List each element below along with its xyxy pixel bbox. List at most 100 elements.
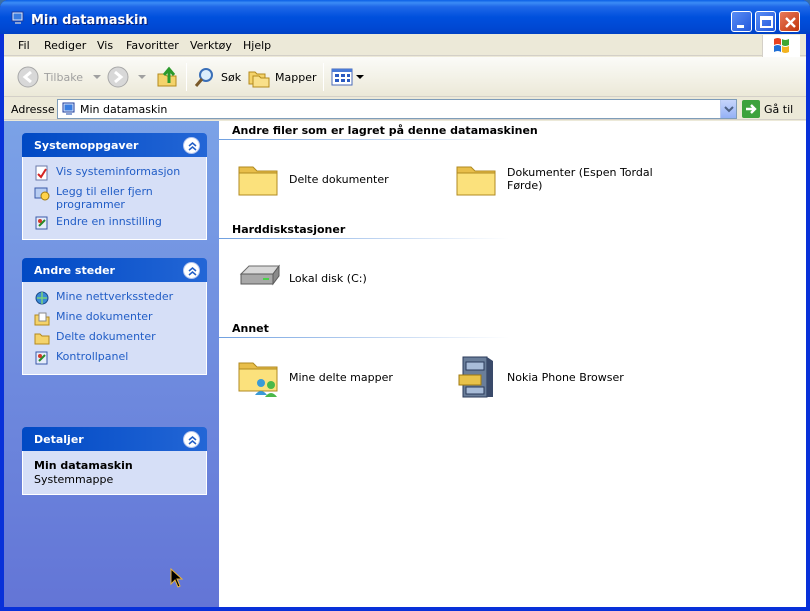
menu-view[interactable]: Vis [97, 39, 113, 52]
task-add-remove-programs[interactable]: Legg til eller fjern programmer [34, 185, 196, 211]
views-button[interactable] [330, 61, 365, 93]
item-my-shared-folders[interactable]: Mine delte mapper [235, 353, 449, 401]
minimize-button[interactable] [731, 11, 752, 32]
chevron-down-icon [724, 106, 734, 113]
collapse-button[interactable] [183, 262, 200, 279]
folders-label: Mapper [275, 70, 317, 84]
system-info-icon [35, 165, 48, 181]
other-places-body: Mine nettverkssteder Mine dokumenter Del… [22, 282, 207, 375]
back-button[interactable]: Tilbake [16, 61, 103, 93]
folder-icon [34, 333, 50, 345]
system-tasks-title: Systemoppgaver [34, 139, 139, 152]
file-cabinet-icon [458, 356, 493, 398]
menu-file[interactable]: Fil [18, 39, 30, 52]
collapse-button[interactable] [183, 137, 200, 154]
place-my-documents[interactable]: Mine dokumenter [34, 310, 196, 326]
place-shared-documents[interactable]: Delte dokumenter [34, 330, 196, 346]
chevron-down-icon [356, 75, 364, 79]
my-documents-icon [34, 312, 50, 326]
place-network[interactable]: Mine nettverkssteder [34, 290, 196, 306]
task-label: Vis systeminformasjon [56, 165, 181, 178]
back-label: Tilbake [44, 70, 83, 84]
address-input[interactable]: Min datamaskin [57, 99, 737, 119]
item-nokia-phone-browser[interactable]: Nokia Phone Browser [453, 353, 667, 401]
menu-edit[interactable]: Rediger [44, 39, 86, 52]
go-label: Gå til [764, 102, 794, 116]
item-label: Delte dokumenter [289, 172, 389, 186]
other-places-title: Andre steder [34, 264, 115, 277]
item-local-disk[interactable]: Lokal disk (C:) [235, 254, 449, 302]
address-label: Adresse [11, 103, 55, 116]
group-header-files: Andre filer som er lagret på denne datam… [232, 124, 538, 137]
add-remove-programs-icon [34, 187, 50, 201]
address-bar: Adresse Min datamaskin Gå til [4, 98, 806, 120]
details-name: Min datamaskin [34, 459, 133, 472]
control-panel-icon [35, 216, 48, 230]
back-arrow-icon [17, 66, 39, 88]
search-button[interactable]: Søk [193, 61, 241, 93]
item-label: Lokal disk (C:) [289, 271, 367, 285]
details-type: Systemmappe [34, 473, 114, 486]
item-shared-documents[interactable]: Delte dokumenter [235, 155, 449, 203]
views-icon [331, 68, 353, 86]
other-places-panel: Andre steder Mine nettverkssteder Mine d… [22, 258, 207, 375]
item-label: Nokia Phone Browser [507, 370, 624, 384]
window-frame: Fil Rediger Vis Favoritter Verktøy Hjelp [4, 34, 806, 607]
toolbar-separator [323, 63, 324, 91]
chevron-up-icon [188, 267, 197, 276]
task-change-setting[interactable]: Endre en innstilling [34, 215, 196, 231]
title-bar[interactable]: Min datamaskin [0, 0, 810, 34]
explorer-window: Min datamaskin Fil Rediger Vis Favoritte… [0, 0, 810, 611]
search-label: Søk [221, 70, 242, 84]
address-dropdown-button[interactable] [720, 100, 736, 118]
up-folder-button[interactable] [155, 61, 179, 93]
details-header[interactable]: Detaljer [22, 427, 207, 451]
folder-icon [456, 166, 496, 196]
task-label: Endre en innstilling [56, 215, 162, 228]
folders-button[interactable]: Mapper [247, 61, 317, 93]
go-button[interactable]: Gå til [742, 99, 793, 119]
windows-logo [762, 35, 800, 57]
menu-tools[interactable]: Verktøy [190, 39, 232, 52]
close-button[interactable] [779, 11, 800, 32]
forward-button[interactable] [106, 61, 148, 93]
window-title: Min datamaskin [31, 13, 148, 28]
group-header-other: Annet [232, 322, 269, 335]
mouse-cursor-icon [170, 568, 184, 588]
hard-drive-icon [239, 264, 280, 286]
chevron-down-icon [92, 75, 101, 79]
task-label: Legg til eller fjern programmer [56, 185, 153, 211]
forward-arrow-icon [107, 66, 129, 88]
item-label: Mine delte mapper [289, 370, 393, 384]
details-title: Detaljer [34, 433, 84, 446]
windows-flag-icon [774, 38, 789, 53]
other-places-header[interactable]: Andre steder [22, 258, 207, 282]
task-pane: Systemoppgaver Vis systeminformasjon Leg… [4, 121, 219, 607]
menu-help[interactable]: Hjelp [243, 39, 271, 52]
shared-folder-icon [238, 362, 278, 397]
folder-icon [238, 166, 278, 196]
group-divider [219, 337, 509, 338]
maximize-button[interactable] [755, 11, 776, 32]
place-label: Mine dokumenter [56, 310, 153, 323]
menu-favorites[interactable]: Favoritter [126, 39, 179, 52]
details-panel: Detaljer Min datamaskin Systemmappe [22, 427, 207, 495]
item-espen-documents[interactable]: Dokumenter (Espen Tordal Førde) [453, 155, 667, 203]
place-control-panel[interactable]: Kontrollpanel [34, 350, 196, 366]
place-label: Kontrollpanel [56, 350, 129, 363]
collapse-button[interactable] [183, 431, 200, 448]
system-tasks-body: Vis systeminformasjon Legg til eller fje… [22, 157, 207, 240]
computer-icon [11, 11, 24, 24]
folders-icon [248, 71, 270, 88]
task-system-info[interactable]: Vis systeminformasjon [34, 165, 196, 181]
close-icon [785, 17, 796, 28]
system-tasks-header[interactable]: Systemoppgaver [22, 133, 207, 157]
computer-icon [62, 102, 75, 115]
toolbar-separator [186, 63, 187, 91]
group-divider [219, 139, 509, 140]
chevron-down-icon [138, 75, 146, 79]
place-label: Mine nettverkssteder [56, 290, 174, 303]
control-panel-icon [35, 351, 48, 365]
search-icon [194, 68, 213, 87]
address-value: Min datamaskin [80, 103, 168, 116]
